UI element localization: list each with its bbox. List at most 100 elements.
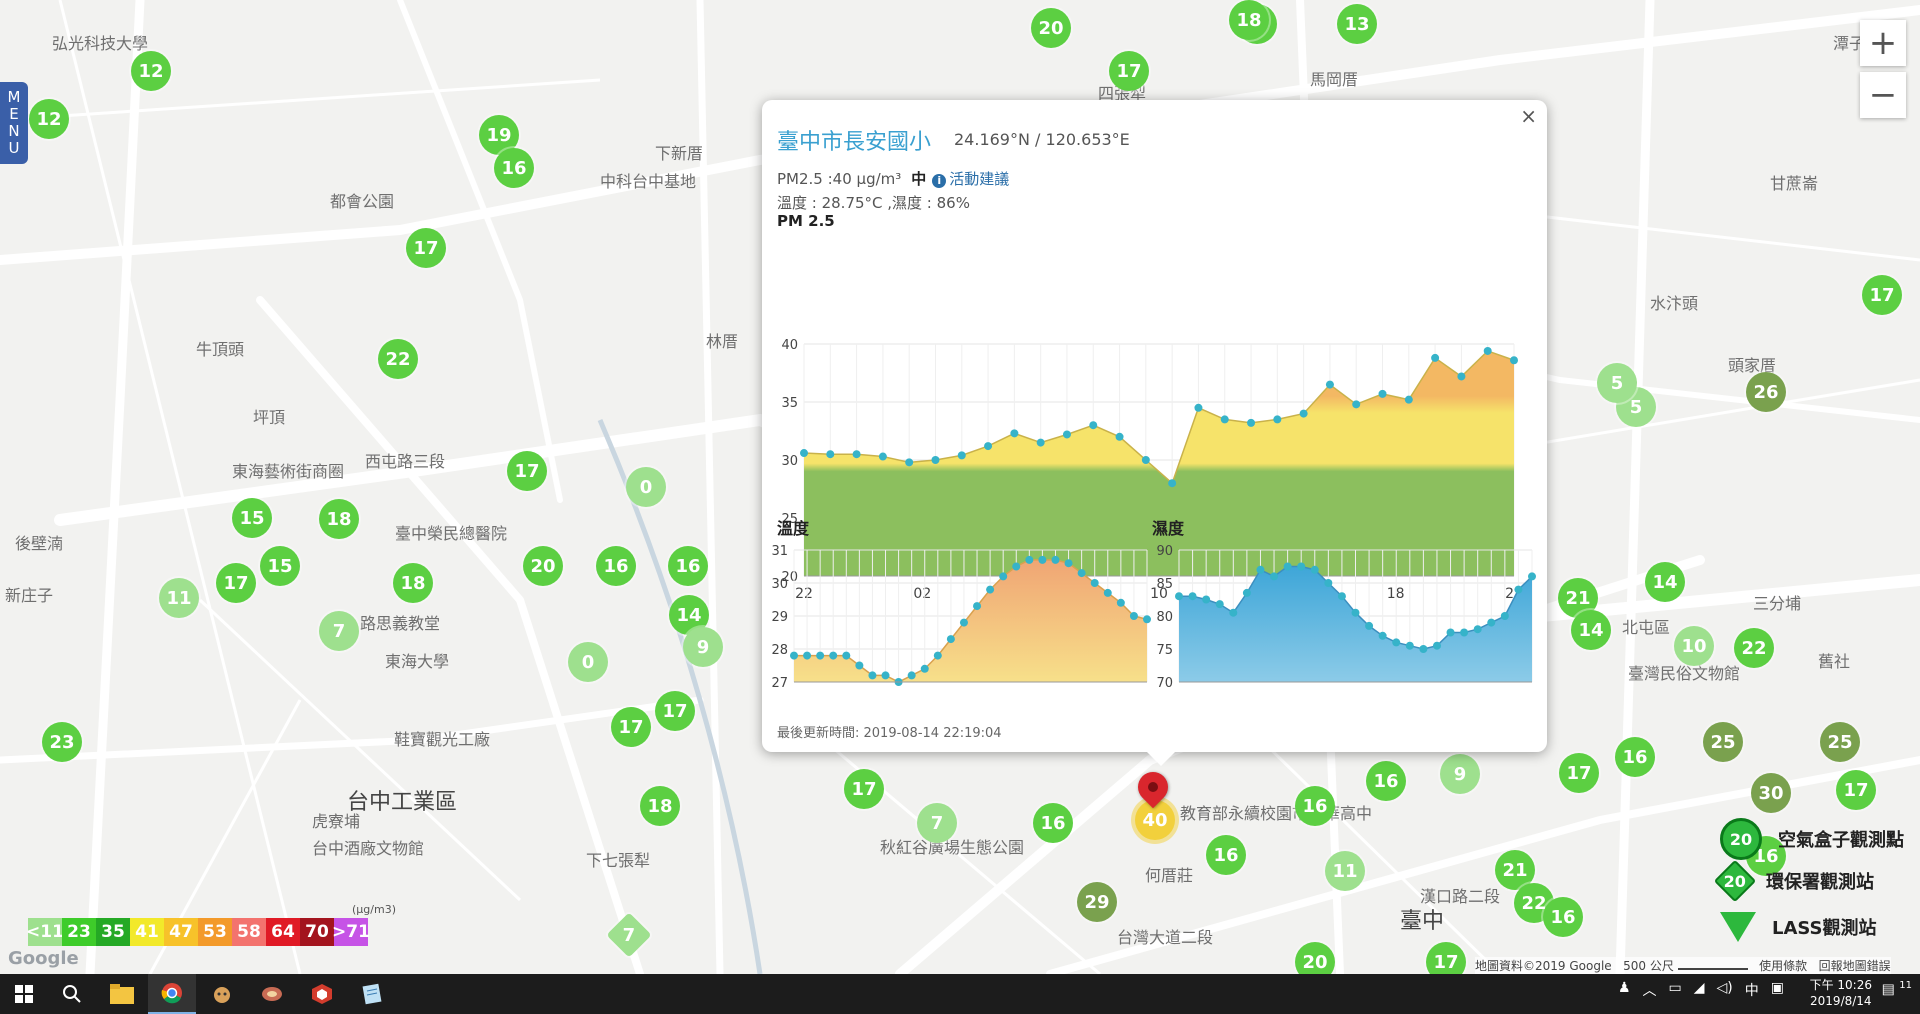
station-marker[interactable]: 17 [1559, 753, 1599, 793]
data-point[interactable] [1175, 592, 1183, 601]
data-point[interactable] [933, 651, 942, 660]
volume-icon[interactable]: ◁) [1717, 980, 1733, 1000]
station-marker[interactable]: 17 [216, 563, 256, 603]
data-point[interactable] [946, 635, 955, 644]
menu-button[interactable]: MENU [0, 82, 28, 164]
chevron-up-icon[interactable]: ︿ [1643, 980, 1657, 1000]
station-marker[interactable]: 22 [378, 339, 418, 379]
data-point[interactable] [1283, 562, 1292, 571]
station-marker[interactable]: 17 [1836, 770, 1876, 810]
station-marker[interactable]: 12 [131, 51, 171, 91]
data-point[interactable] [1351, 608, 1360, 617]
data-point[interactable] [1256, 565, 1265, 574]
station-marker[interactable]: 16 [1366, 761, 1406, 801]
station-marker[interactable]: 14 [1571, 610, 1611, 650]
app-kitty-icon[interactable] [198, 974, 246, 1014]
station-marker[interactable]: 17 [1109, 51, 1149, 91]
data-point[interactable] [1528, 572, 1536, 581]
data-point[interactable] [1310, 565, 1319, 574]
data-point[interactable] [1168, 479, 1177, 488]
station-marker[interactable]: 22 [1734, 628, 1774, 668]
data-point[interactable] [1115, 432, 1124, 441]
data-point[interactable] [878, 452, 887, 461]
data-point[interactable] [1090, 579, 1099, 587]
station-marker[interactable]: 13 [1337, 4, 1377, 44]
station-marker[interactable]: 11 [159, 578, 199, 618]
station-marker[interactable]: 7 [319, 611, 359, 651]
station-marker[interactable]: 16 [1033, 803, 1073, 843]
data-point[interactable] [1141, 456, 1150, 464]
station-marker[interactable]: 17 [611, 707, 651, 747]
taskbar-clock[interactable]: 下午 10:26 2019/8/14 [1810, 977, 1872, 1009]
windows-start-icon[interactable] [0, 974, 48, 1014]
data-point[interactable] [852, 450, 861, 459]
station-marker[interactable]: 16 [1615, 737, 1655, 777]
station-marker[interactable]: 11 [1325, 851, 1365, 891]
station-marker[interactable]: 12 [29, 99, 69, 139]
data-point[interactable] [1270, 572, 1279, 581]
data-point[interactable] [1077, 569, 1086, 578]
data-point[interactable] [790, 651, 798, 660]
data-point[interactable] [1378, 631, 1387, 640]
file-explorer-icon[interactable] [98, 974, 146, 1014]
data-point[interactable] [1432, 641, 1441, 650]
station-marker[interactable]: 16 [1295, 786, 1335, 826]
station-marker[interactable]: 25 [1703, 722, 1743, 762]
station-marker[interactable]: 0 [568, 642, 608, 682]
map-canvas[interactable]: 弘光科技大學 都會公園 中科台中基地 下新厝 牛頂頭 坪頂 東海藝術街商圈 臺中榮民總醫院 後壁… [0, 0, 1920, 974]
station-marker[interactable]: 25 [1820, 722, 1860, 762]
station-marker[interactable]: 30 [1751, 773, 1791, 813]
data-point[interactable] [1365, 621, 1374, 630]
station-marker[interactable]: 17 [507, 451, 547, 491]
station-marker[interactable]: 14 [1645, 562, 1685, 602]
zoom-in-button[interactable]: + [1860, 20, 1906, 66]
station-marker[interactable]: 23 [42, 722, 82, 762]
station-marker[interactable]: 17 [1862, 275, 1902, 315]
data-point[interactable] [1378, 389, 1387, 398]
data-point[interactable] [1473, 625, 1482, 634]
data-point[interactable] [868, 671, 877, 680]
data-point[interactable] [1064, 559, 1073, 568]
data-point[interactable] [1089, 421, 1098, 430]
station-marker[interactable]: 15 [260, 546, 300, 586]
ime-indicator[interactable]: 中 [1745, 980, 1759, 1000]
data-point[interactable] [1446, 628, 1455, 637]
data-point[interactable] [1202, 595, 1211, 604]
station-marker[interactable]: 0 [626, 467, 666, 507]
data-point[interactable] [1337, 592, 1346, 601]
data-point[interactable] [905, 458, 914, 467]
data-point[interactable] [907, 671, 916, 680]
data-point[interactable] [1129, 612, 1138, 620]
station-marker[interactable]: 16 [494, 148, 534, 188]
data-point[interactable] [1299, 409, 1308, 418]
data-point[interactable] [1242, 588, 1251, 597]
station-marker[interactable]: 10 [1674, 626, 1714, 666]
station-marker[interactable]: 26 [1746, 372, 1786, 412]
station-marker[interactable]: 5 [1597, 363, 1637, 403]
station-marker[interactable]: 20 [1031, 8, 1071, 48]
data-point[interactable] [1215, 600, 1224, 609]
battery-icon[interactable]: ▭ [1669, 980, 1682, 1000]
data-point[interactable] [1352, 400, 1361, 409]
data-point[interactable] [1483, 346, 1492, 355]
search-icon[interactable] [48, 974, 96, 1014]
data-point[interactable] [1297, 562, 1306, 571]
data-point[interactable] [1514, 585, 1523, 594]
network-icon[interactable]: ◢ [1694, 980, 1705, 1000]
data-point[interactable] [1103, 588, 1112, 597]
data-point[interactable] [1036, 438, 1045, 447]
zoom-out-button[interactable]: − [1860, 72, 1906, 118]
station-marker[interactable]: 20 [1295, 942, 1335, 974]
station-marker[interactable]: 20 [523, 546, 563, 586]
sketchup-icon[interactable] [298, 974, 346, 1014]
data-point[interactable] [1510, 356, 1518, 365]
data-point[interactable] [1325, 380, 1334, 389]
station-marker[interactable]: 16 [1543, 897, 1583, 937]
data-point[interactable] [816, 651, 825, 660]
data-point[interactable] [1405, 641, 1414, 650]
station-marker[interactable]: 9 [1440, 754, 1480, 794]
data-point[interactable] [986, 585, 995, 594]
info-icon[interactable]: i [932, 174, 947, 188]
data-point[interactable] [829, 651, 838, 660]
data-point[interactable] [1062, 430, 1071, 439]
